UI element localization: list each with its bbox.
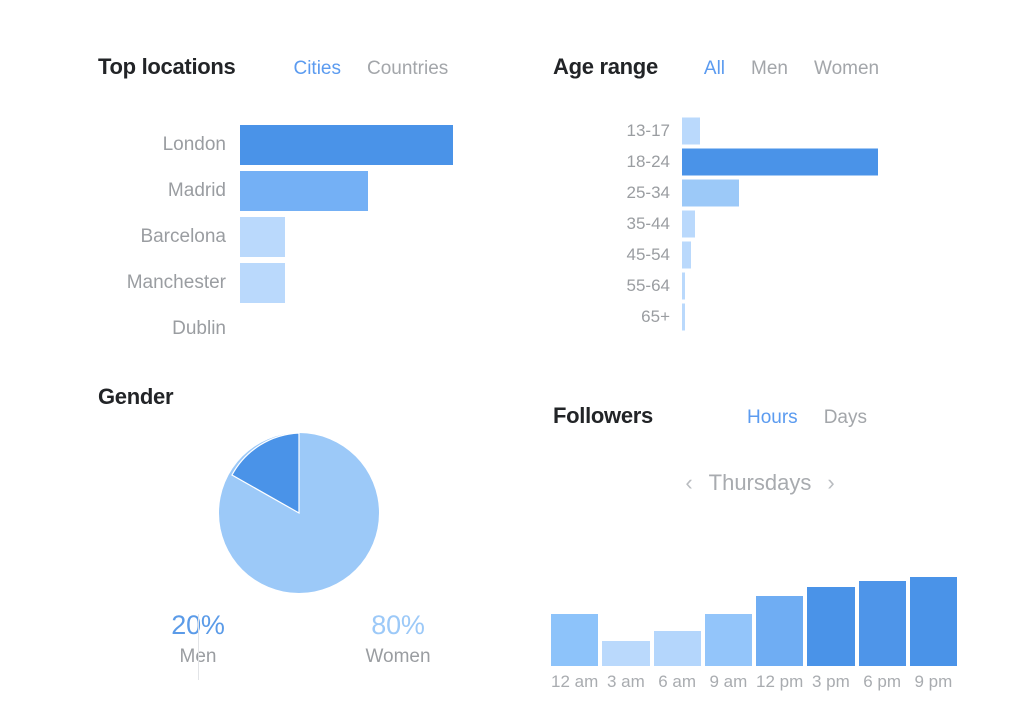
tab-men[interactable]: Men [751, 58, 788, 80]
bar-track [240, 260, 498, 306]
bar-age-65-plus [682, 303, 685, 330]
top-locations-title: Top locations [98, 54, 236, 79]
axis-label-9am: 9 am [709, 672, 748, 691]
bar-barcelona [240, 217, 285, 257]
axis-label-12pm: 12 pm [756, 672, 804, 691]
table-row[interactable]: 55-64 [560, 270, 960, 301]
bar-age-25-34 [682, 179, 739, 206]
table-row[interactable]: Manchester [98, 260, 498, 306]
table-row[interactable]: 13-17 [560, 115, 960, 146]
bar-age-35-44 [682, 210, 695, 237]
bar-3am[interactable] [602, 641, 650, 666]
women-percent: 80% [371, 610, 425, 640]
gender-header: Gender [98, 384, 528, 410]
location-label-manchester: Manchester [126, 272, 226, 293]
gender-title: Gender [98, 384, 174, 409]
followers-axis-labels: 12 am 3 am 6 am 9 am 12 pm 3 pm 6 pm 9 p… [551, 672, 957, 692]
age-label-55-64: 55-64 [626, 275, 670, 295]
bar-track [682, 208, 960, 239]
bar-track [682, 239, 960, 270]
followers-bars [551, 560, 957, 666]
axis-label-6am: 6 am [658, 672, 697, 691]
table-row[interactable]: Barcelona [98, 214, 498, 260]
followers-title: Followers [553, 403, 653, 428]
chevron-right-icon[interactable]: › [827, 472, 834, 494]
bar-12pm[interactable] [756, 596, 804, 666]
table-row[interactable]: 65+ [560, 301, 960, 332]
age-range-bar-chart: 13-17 18-24 25-34 35-44 45-54 55-64 65+ [560, 115, 960, 332]
gender-stat-women: 80% Women [298, 608, 498, 672]
age-label-13-17: 13-17 [626, 120, 670, 140]
bar-london [240, 125, 453, 165]
bar-age-18-24 [682, 148, 878, 175]
location-label-dublin: Dublin [172, 318, 226, 339]
followers-tabs: Hours Days [747, 407, 867, 429]
bar-6am[interactable] [653, 631, 701, 666]
bar-age-45-54 [682, 241, 691, 268]
axis-label-3am: 3 am [606, 672, 645, 691]
bar-6pm[interactable] [858, 581, 906, 666]
age-range-title: Age range [553, 54, 658, 79]
bar-12am[interactable] [551, 614, 599, 666]
tab-days[interactable]: Days [824, 407, 867, 429]
bar-9am[interactable] [704, 614, 752, 666]
axis-label-6pm: 6 pm [863, 672, 902, 691]
age-label-35-44: 35-44 [626, 213, 670, 233]
followers-bar-chart [551, 560, 957, 666]
location-label-barcelona: Barcelona [140, 226, 226, 247]
tab-hours[interactable]: Hours [747, 407, 798, 429]
age-range-header: Age range All Men Women [553, 54, 983, 80]
bar-track [240, 214, 498, 260]
bar-track [240, 122, 498, 168]
tab-cities[interactable]: Cities [293, 58, 341, 80]
day-navigator: ‹ Thursdays › [560, 470, 960, 496]
top-locations-tabs: Cities Countries [293, 58, 448, 80]
table-row[interactable]: London [98, 122, 498, 168]
table-row[interactable]: 18-24 [560, 146, 960, 177]
followers-header: Followers Hours Days [553, 403, 983, 429]
tab-all[interactable]: All [704, 58, 725, 80]
bar-track [682, 177, 960, 208]
top-locations-bar-chart: London Madrid Barcelona Manchester Dubli… [98, 122, 498, 352]
age-label-18-24: 18-24 [626, 151, 670, 171]
age-range-tabs: All Men Women [704, 58, 879, 80]
day-nav-label: Thursdays [708, 470, 812, 495]
divider [198, 614, 199, 680]
bar-track [682, 301, 960, 332]
bar-3pm[interactable] [807, 587, 855, 666]
bar-track [240, 306, 498, 352]
gender-stat-men: 20% Men [98, 608, 298, 680]
chevron-left-icon[interactable]: ‹ [685, 472, 692, 494]
age-label-45-54: 45-54 [626, 244, 670, 264]
bar-madrid [240, 171, 368, 211]
bar-age-55-64 [682, 272, 685, 299]
table-row[interactable]: Madrid [98, 168, 498, 214]
age-label-25-34: 25-34 [626, 182, 670, 202]
bar-track [682, 270, 960, 301]
table-row[interactable]: 35-44 [560, 208, 960, 239]
gender-pie-chart [219, 433, 379, 593]
axis-label-3pm: 3 pm [811, 672, 850, 691]
bar-track [682, 115, 960, 146]
bar-age-13-17 [682, 117, 700, 144]
gender-stats: 20% Men 80% Women [98, 608, 498, 680]
tab-women[interactable]: Women [814, 58, 879, 80]
age-label-65-plus: 65+ [641, 306, 670, 326]
women-label: Women [365, 646, 431, 667]
bar-9pm[interactable] [909, 577, 957, 666]
table-row[interactable]: Dublin [98, 306, 498, 352]
bar-manchester [240, 263, 285, 303]
table-row[interactable]: 45-54 [560, 239, 960, 270]
location-label-london: London [162, 134, 226, 155]
bar-track [240, 168, 498, 214]
axis-label-12am: 12 am [551, 672, 599, 691]
bar-track [682, 146, 960, 177]
tab-countries[interactable]: Countries [367, 58, 448, 80]
table-row[interactable]: 25-34 [560, 177, 960, 208]
top-locations-header: Top locations Cities Countries [98, 54, 528, 80]
location-label-madrid: Madrid [167, 180, 226, 201]
axis-label-9pm: 9 pm [914, 672, 953, 691]
